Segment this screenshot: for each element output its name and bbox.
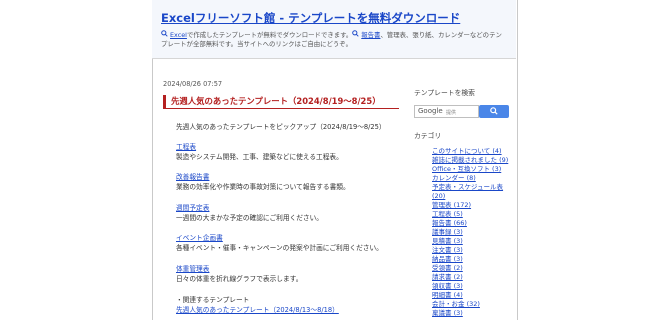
entry-text: 各種イベント・催事・キャンペーンの発案や計画にご利用ください。 bbox=[176, 244, 383, 252]
category-link[interactable]: カレンダー (8) bbox=[432, 174, 476, 182]
search-input[interactable]: Google 提供 bbox=[414, 105, 479, 118]
entry-text: 製造やシステム開発、工事、建築などに使える工程表。 bbox=[176, 153, 343, 161]
category-link[interactable]: 会計・お金 (32) bbox=[432, 300, 480, 308]
category-link[interactable]: Office・互換ソフト (3) bbox=[432, 165, 501, 173]
google-label: Google bbox=[418, 107, 443, 115]
site-description: Excelで作成したテンプレートが無料でダウンロードできます。 報告書、管理表、… bbox=[161, 30, 509, 49]
entry-text: 日々の体重を折れ線グラフで表示します。 bbox=[176, 275, 303, 283]
desc-text-2: 、管理表、張り紙、カレンダーなどのテン bbox=[380, 31, 502, 39]
category-link[interactable]: 納品書 (3) bbox=[432, 255, 463, 263]
category-link[interactable]: 議事録 (3) bbox=[432, 228, 463, 236]
site-title-link[interactable]: Excelフリーソフト館 - テンプレートを無料ダウンロード bbox=[161, 10, 460, 26]
category-link[interactable]: このサイトについて (4) bbox=[432, 147, 502, 155]
category-link[interactable]: 明細書 (4) bbox=[432, 291, 463, 299]
search-icon bbox=[352, 30, 361, 40]
category-link[interactable]: 請求書 (2) bbox=[432, 273, 463, 281]
entry-link-weight-log[interactable]: 体重管理表 bbox=[176, 263, 209, 273]
category-link[interactable]: 工程表 (5) bbox=[432, 210, 463, 218]
search-placeholder: 提供 bbox=[446, 110, 457, 116]
post-date: 2024/08/26 07:57 bbox=[163, 80, 223, 88]
category-link[interactable]: 注文書 (3) bbox=[432, 246, 463, 254]
report-link[interactable]: 報告書 bbox=[361, 31, 380, 39]
entry-text: 一週間の大まかな予定の確認にご利用ください。 bbox=[176, 214, 323, 222]
entry-text: 業務の効率化や作業時の事故対策について報告する書類。 bbox=[176, 183, 350, 191]
excel-link[interactable]: Excel bbox=[170, 31, 187, 39]
search-icon bbox=[490, 107, 498, 115]
entry-link-improvement-report[interactable]: 改善報告書 bbox=[176, 171, 209, 181]
category-section-title: カテゴリ bbox=[414, 132, 442, 140]
related-link[interactable]: 先週人気のあったテンプレート（2024/8/13～8/18） bbox=[176, 304, 339, 314]
category-link[interactable]: 見積書 (3) bbox=[432, 237, 463, 245]
desc-text-1: で作成したテンプレートが無料でダウンロードできます。 bbox=[186, 31, 353, 39]
entry-link-weekly-schedule[interactable]: 週間予定表 bbox=[176, 202, 209, 212]
desc-text-3: プレートが全部無料です。当サイトへのリンクはご自由にどうぞ。 bbox=[161, 40, 353, 48]
entry-link-process-chart[interactable]: 工程表 bbox=[176, 141, 196, 151]
post-title[interactable]: 先週人気のあったテンプレート（2024/8/19～8/25） bbox=[163, 95, 399, 109]
category-link[interactable]: (20) bbox=[432, 192, 445, 200]
search-icon bbox=[161, 30, 170, 40]
search-section-title: テンプレートを検索 bbox=[414, 89, 475, 97]
category-link[interactable]: 雑誌に掲載されました (9) bbox=[432, 156, 508, 164]
category-link[interactable]: 受領書 (2) bbox=[432, 264, 463, 272]
category-link[interactable]: 領収書 (3) bbox=[432, 282, 463, 290]
search-button[interactable] bbox=[479, 105, 509, 118]
category-link[interactable]: 予定表・スケジュール表 bbox=[432, 183, 503, 191]
related-label: ・関連するテンプレート bbox=[176, 296, 250, 304]
category-link[interactable]: 管理表 (172) bbox=[432, 201, 471, 209]
entry-link-event-plan[interactable]: イベント企画書 bbox=[176, 232, 223, 242]
category-link[interactable]: 報告書 (66) bbox=[432, 219, 467, 227]
category-link[interactable]: 稟議書 (3) bbox=[432, 309, 463, 317]
post-intro: 先週人気のあったテンプレートをピックアップ（2024/8/19～8/25） bbox=[176, 123, 386, 131]
